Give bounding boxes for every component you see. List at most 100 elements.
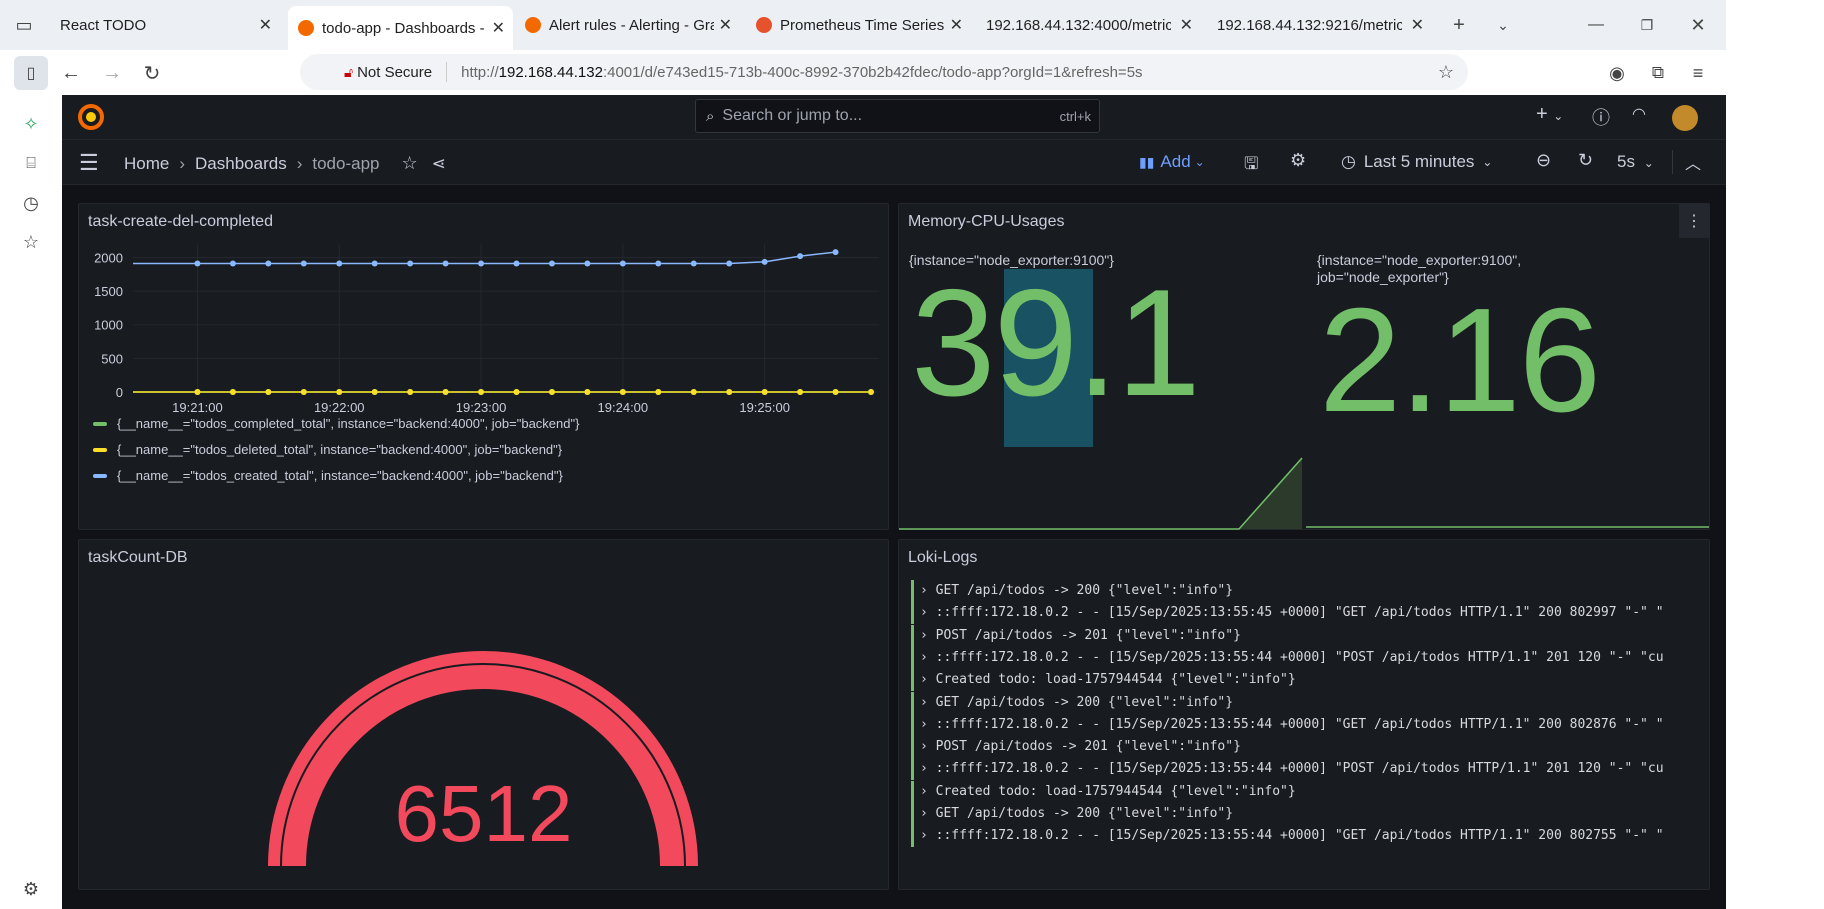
log-row[interactable]: › ::ffff:172.18.0.2 - - [15/Sep/2025:13:… [911,646,1691,669]
breadcrumb-home[interactable]: Home [124,154,169,174]
legend-label: {__name__="todos_created_total", instanc… [117,468,563,483]
expand-chevron-icon[interactable]: › [920,672,936,687]
refresh-icon[interactable]: ↻ [1578,150,1593,171]
browser-tab[interactable]: React TODO ✕ [50,8,280,42]
breadcrumb-dashboards[interactable]: Dashboards [195,154,287,174]
log-row[interactable]: › GET /api/todos -> 200 {"level":"info"} [911,803,1691,825]
address-bar[interactable]: 🔓︎ Not Secure http:// 192.168.44.132 :40… [300,54,1468,90]
log-row[interactable]: › ::ffff:172.18.0.2 - - [15/Sep/2025:13:… [911,602,1691,625]
log-row[interactable]: › ::ffff:172.18.0.2 - - [15/Sep/2025:13:… [911,713,1691,736]
expand-chevron-icon[interactable]: › [920,828,936,843]
refresh-interval-picker[interactable]: 5s ⌄ [1617,152,1654,172]
legend-item[interactable]: {__name__="todos_created_total", instanc… [93,468,563,483]
account-icon[interactable]: ◉ [1603,59,1631,87]
tab-close-icon[interactable]: ✕ [1180,15,1193,35]
log-row[interactable]: › ::ffff:172.18.0.2 - - [15/Sep/2025:13:… [911,758,1691,781]
legend-item[interactable]: {__name__="todos_deleted_total", instanc… [93,442,562,457]
tab-close-icon[interactable]: ✕ [950,15,963,35]
expand-chevron-icon[interactable]: › [920,583,936,598]
panel-loki-logs[interactable]: Loki-Logs › GET /api/todos -> 200 {"leve… [898,539,1710,890]
tab-list-icon[interactable]: ⌄ [1489,11,1517,39]
expand-chevron-icon[interactable]: › [920,695,936,710]
browser-tab[interactable]: 192.168.44.132:9216/metrics ✕ [1207,8,1432,42]
data-point [548,260,555,267]
stat-value: 39.1 [911,258,1201,428]
tab-actions-icon[interactable]: ▭ [10,11,38,39]
browser-tab[interactable]: todo-app - Dashboards - Gr ✕ [288,6,513,50]
restore-icon[interactable]: ❐ [1633,11,1661,39]
time-range-picker[interactable]: ◷ Last 5 minutes ⌄ [1341,152,1492,172]
expand-chevron-icon[interactable]: › [920,739,936,754]
legend-swatch [93,421,107,426]
legend-swatch [93,473,107,478]
menu-icon[interactable]: ≡ [1684,59,1712,87]
expand-chevron-icon[interactable]: › [920,628,936,643]
extensions-icon[interactable]: ⧉ [1644,59,1672,87]
browser-tab[interactable]: Prometheus Time Series Col ✕ [746,8,971,42]
panel-memory-cpu[interactable]: Memory-CPU-Usages ⋮ {instance="node_expo… [898,203,1710,530]
data-point [265,389,272,395]
log-row[interactable]: › GET /api/todos -> 200 {"level":"info"} [911,580,1691,602]
synced-tabs-icon[interactable]: ⌸ [17,150,45,178]
forward-icon[interactable]: → [98,59,126,87]
tab-close-icon[interactable]: ✕ [259,15,272,35]
dashboard-breadcrumb-bar: ☰ Home › Dashboards › todo-app ☆ ⋖ ▮▮ Ad… [62,140,1726,185]
panel-menu-icon[interactable]: ⋮ [1679,204,1709,238]
back-icon[interactable]: ← [57,59,85,87]
share-icon[interactable]: ⋖ [432,154,446,174]
panel-taskcount[interactable]: taskCount-DB 6512 [78,539,889,890]
browser-tab[interactable]: 192.168.44.132:4000/metrics ✕ [976,8,1201,42]
log-row[interactable]: › Created todo: load-1757944544 {"level"… [911,669,1691,692]
save-icon[interactable]: 🖫︎ [1244,151,1258,180]
user-avatar[interactable] [1672,105,1698,131]
legend-item[interactable]: {__name__="todos_completed_total", insta… [93,416,579,431]
tab-close-icon[interactable]: ✕ [1411,15,1424,35]
news-rss-icon[interactable]: ◠ [1632,104,1646,124]
bookmark-star-icon[interactable]: ☆ [1438,62,1454,83]
panel-timeseries[interactable]: task-create-del-completed 0 500 1000 1500 20… [78,203,889,530]
add-button[interactable]: ▮▮ Add ⌄ [1139,152,1205,172]
data-point [797,389,804,395]
new-tab-icon[interactable]: + [1445,11,1473,39]
expand-chevron-icon[interactable]: › [920,605,936,620]
grafana-logo-icon[interactable] [78,104,104,130]
help-icon[interactable]: ⓘ [1592,104,1610,130]
history-icon[interactable]: ◷ [17,189,45,217]
expand-chevron-icon[interactable]: › [920,717,936,732]
minimize-icon[interactable]: — [1582,11,1610,39]
log-text: POST /api/todos -> 201 {"level":"info"} [935,627,1241,643]
log-row[interactable]: › Created todo: load-1757944544 {"level"… [911,780,1691,803]
favorite-star-icon[interactable]: ☆ [402,153,418,174]
log-text: ::ffff:172.18.0.2 - - [15/Sep/2025:13:55… [935,761,1664,777]
expand-chevron-icon[interactable]: › [920,784,936,799]
zoom-out-icon[interactable]: ⊖ [1536,150,1551,171]
log-row[interactable]: › POST /api/todos -> 201 {"level":"info"… [911,624,1691,647]
expand-chevron-icon[interactable]: › [920,650,936,665]
data-point [407,389,414,395]
data-point [619,389,626,395]
expand-chevron-icon[interactable]: › [920,806,936,821]
ai-sparkle-icon[interactable]: ✧ [17,110,45,138]
data-point [548,389,555,395]
settings-gear-icon[interactable]: ⚙ [1290,150,1306,171]
tab-close-icon[interactable]: ✕ [719,15,732,35]
tab-favicon-icon [298,20,314,36]
bookmarks-icon[interactable]: ☆ [17,228,45,256]
x-tick-label: 19:24:00 [598,400,649,415]
search-input[interactable]: ⌕ Search or jump to... ctrl+k [695,99,1100,133]
close-window-icon[interactable]: ✕ [1684,11,1712,39]
new-plus-icon[interactable]: + ⌄ [1536,103,1563,126]
tab-close-icon[interactable]: ✕ [492,18,505,38]
browser-tab[interactable]: Alert rules - Alerting - Grafa ✕ [515,8,740,42]
log-row[interactable]: › ::ffff:172.18.0.2 - - [15/Sep/2025:13:… [911,825,1691,848]
settings-gear-icon[interactable]: ⚙ [17,875,45,903]
log-row[interactable]: › POST /api/todos -> 201 {"level":"info"… [911,736,1691,759]
expand-chevron-icon[interactable]: › [920,761,936,776]
stat-value: 2.16 [1319,278,1601,443]
hamburger-menu-icon[interactable]: ☰ [79,150,99,176]
collapse-chevron-up-icon[interactable]: ︿ [1672,150,1701,174]
sidebar-toggle-icon[interactable]: ▯ [14,56,48,90]
log-text: ::ffff:172.18.0.2 - - [15/Sep/2025:13:55… [935,716,1664,732]
reload-icon[interactable]: ↻ [138,59,166,87]
log-row[interactable]: › GET /api/todos -> 200 {"level":"info"} [911,691,1691,714]
